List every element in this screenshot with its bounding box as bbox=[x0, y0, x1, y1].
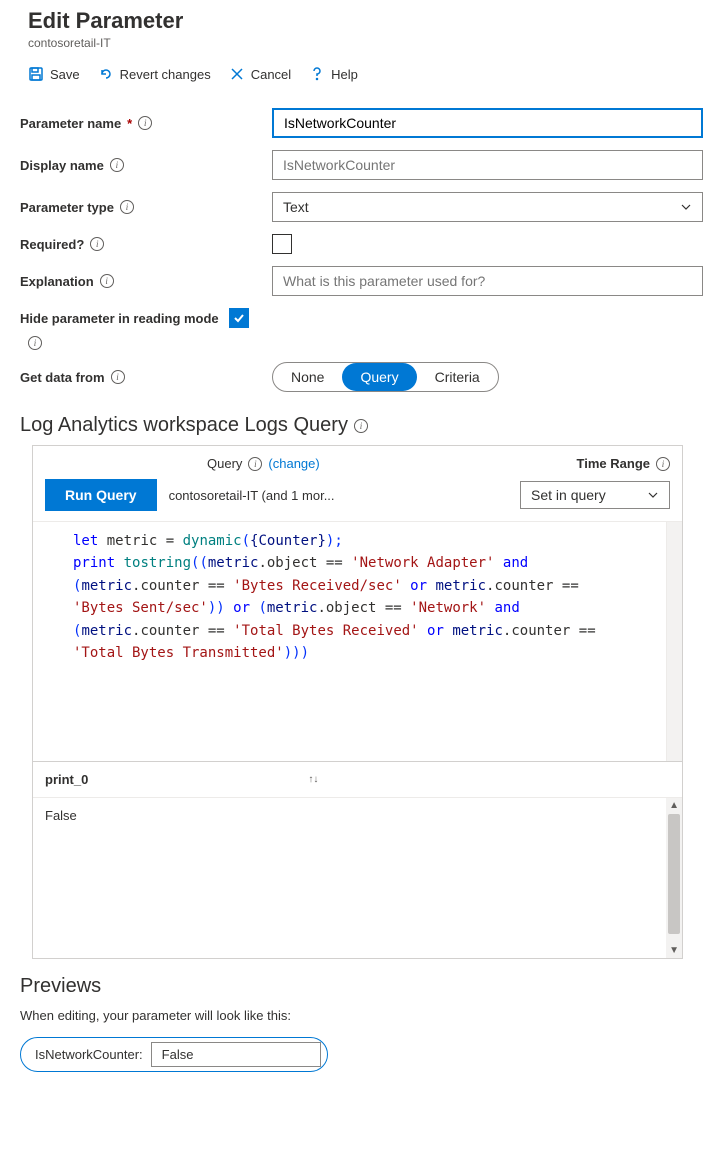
check-icon bbox=[232, 311, 246, 325]
query-editor[interactable]: let metric = dynamic({Counter}); print t… bbox=[33, 521, 682, 761]
required-label: Required?i bbox=[20, 237, 272, 252]
scroll-up-icon[interactable]: ▲ bbox=[669, 800, 679, 811]
previews-desc: When editing, your parameter will look l… bbox=[20, 1008, 683, 1023]
info-icon[interactable]: i bbox=[138, 116, 152, 130]
result-row: False ▲ ▼ bbox=[33, 798, 682, 958]
editor-scrollbar[interactable] bbox=[666, 522, 682, 761]
help-button[interactable]: Help bbox=[309, 66, 358, 82]
cancel-button[interactable]: Cancel bbox=[229, 66, 291, 82]
hide-param-label: Hide parameter in reading mode bbox=[20, 308, 249, 328]
preview-pill[interactable]: IsNetworkCounter: False bbox=[20, 1037, 328, 1072]
chevron-down-icon bbox=[680, 201, 692, 213]
preview-pill-value[interactable]: False bbox=[151, 1042, 321, 1067]
change-link[interactable]: (change) bbox=[268, 456, 319, 471]
cancel-label: Cancel bbox=[251, 67, 291, 82]
info-icon[interactable]: i bbox=[100, 274, 114, 288]
get-data-pill-group: None Query Criteria bbox=[272, 362, 499, 392]
pill-query[interactable]: Query bbox=[342, 363, 416, 391]
scroll-thumb[interactable] bbox=[668, 814, 680, 934]
revert-button[interactable]: Revert changes bbox=[98, 66, 211, 82]
result-header[interactable]: print_0 ↑↓ bbox=[33, 762, 682, 798]
get-data-label: Get data fromi bbox=[20, 370, 272, 385]
info-icon[interactable]: i bbox=[656, 457, 670, 471]
explanation-input[interactable] bbox=[272, 266, 703, 296]
query-box: Queryi (change) Time Rangei Run Query co… bbox=[32, 445, 683, 959]
revert-label: Revert changes bbox=[120, 67, 211, 82]
page-subtitle: contosoretail-IT bbox=[28, 36, 683, 50]
result-table: print_0 ↑↓ False ▲ ▼ bbox=[33, 761, 682, 958]
info-icon[interactable]: i bbox=[354, 419, 368, 433]
param-type-select[interactable]: Text bbox=[272, 192, 703, 222]
info-icon[interactable]: i bbox=[110, 158, 124, 172]
info-icon[interactable]: i bbox=[248, 457, 262, 471]
save-button[interactable]: Save bbox=[28, 66, 80, 82]
param-type-label: Parameter typei bbox=[20, 200, 272, 215]
query-label: Queryi (change) bbox=[207, 456, 320, 471]
help-label: Help bbox=[331, 67, 358, 82]
param-type-value: Text bbox=[283, 199, 309, 215]
run-query-button[interactable]: Run Query bbox=[45, 479, 157, 511]
chevron-down-icon bbox=[647, 489, 659, 501]
help-icon bbox=[309, 66, 325, 82]
revert-icon bbox=[98, 66, 114, 82]
info-icon[interactable]: i bbox=[28, 336, 42, 350]
result-scrollbar[interactable]: ▲ ▼ bbox=[666, 798, 682, 958]
time-range-value: Set in query bbox=[531, 487, 606, 503]
display-name-input[interactable] bbox=[272, 150, 703, 180]
save-label: Save bbox=[50, 67, 80, 82]
scroll-down-icon[interactable]: ▼ bbox=[669, 945, 679, 956]
save-icon bbox=[28, 66, 44, 82]
pill-none[interactable]: None bbox=[273, 363, 342, 391]
time-range-label: Time Rangei bbox=[577, 456, 670, 471]
sort-icon[interactable]: ↑↓ bbox=[308, 776, 318, 784]
page-title: Edit Parameter bbox=[28, 8, 683, 34]
workspace-text: contosoretail-IT (and 1 mor... bbox=[169, 488, 335, 503]
section-title: Log Analytics workspace Logs Queryi bbox=[0, 406, 703, 445]
info-icon[interactable]: i bbox=[111, 370, 125, 384]
previews-title: Previews bbox=[20, 975, 683, 998]
pill-criteria[interactable]: Criteria bbox=[417, 363, 498, 391]
hide-param-checkbox[interactable] bbox=[229, 308, 249, 328]
info-icon[interactable]: i bbox=[90, 237, 104, 251]
info-icon[interactable]: i bbox=[120, 200, 134, 214]
time-range-select[interactable]: Set in query bbox=[520, 481, 670, 509]
param-name-input[interactable] bbox=[272, 108, 703, 138]
explanation-label: Explanationi bbox=[20, 274, 272, 289]
preview-pill-label: IsNetworkCounter: bbox=[35, 1047, 143, 1062]
param-name-label: Parameter name*i bbox=[20, 116, 272, 131]
display-name-label: Display namei bbox=[20, 158, 272, 173]
cancel-icon bbox=[229, 66, 245, 82]
required-checkbox[interactable] bbox=[272, 234, 292, 254]
